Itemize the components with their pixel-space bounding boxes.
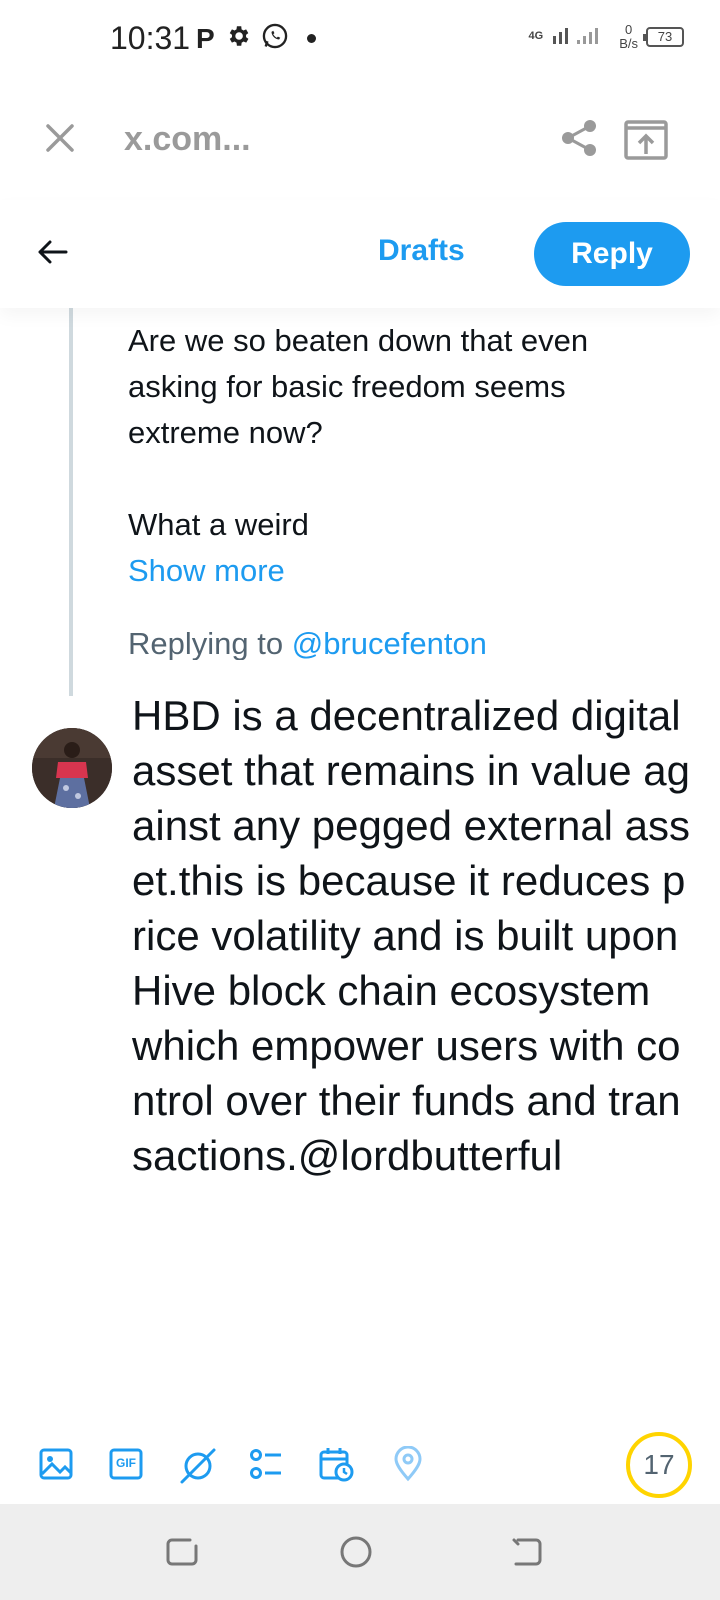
share-icon[interactable]	[560, 118, 600, 163]
more-notifications-dot	[306, 34, 316, 43]
recent-apps-icon[interactable]	[160, 1530, 204, 1574]
quoted-line: Are we so beaten down that even	[128, 323, 589, 358]
replying-handle-link[interactable]: @brucefenton	[292, 626, 487, 661]
reply-button[interactable]: Reply	[534, 222, 690, 286]
reply-compose-textarea[interactable]: HBD is a decentralized digital asset tha…	[132, 688, 692, 1183]
open-in-browser-icon[interactable]	[624, 118, 668, 165]
quoted-line: What a weird	[128, 507, 309, 542]
p-app-icon: P	[196, 22, 215, 54]
close-icon[interactable]	[40, 118, 80, 158]
whatsapp-icon	[261, 22, 289, 55]
quoted-line: asking for basic freedom seems	[128, 369, 566, 404]
back-arrow-icon[interactable]	[34, 234, 70, 275]
status-bar: 10:31 P 4G 0 B/s 73	[0, 0, 720, 80]
quoted-line: extreme now?	[128, 415, 323, 450]
settings-gear-icon	[225, 23, 251, 54]
back-nav-icon[interactable]	[504, 1530, 548, 1574]
poll-icon[interactable]	[248, 1446, 284, 1482]
url-text[interactable]: x.com...	[124, 120, 251, 159]
compose-header: Drafts Reply	[0, 200, 720, 308]
image-icon[interactable]	[38, 1446, 74, 1482]
quoted-tweet-text: Are we so beaten down that even asking f…	[128, 318, 688, 594]
thread-line	[69, 308, 73, 696]
speed-unit: B/s	[619, 35, 638, 51]
show-more-link[interactable]: Show more	[128, 548, 688, 594]
drafts-button[interactable]: Drafts	[378, 234, 465, 268]
avatar[interactable]	[32, 728, 112, 808]
network-type: 4G	[528, 30, 544, 42]
browser-toolbar: x.com...	[0, 100, 720, 180]
replying-prefix: Replying to	[128, 626, 292, 661]
replying-to: Replying to @brucefenton	[128, 626, 487, 662]
location-icon[interactable]	[390, 1445, 426, 1482]
status-time: 10:31	[110, 20, 191, 56]
battery-icon: 73	[643, 26, 684, 47]
status-notification-icons: P	[196, 22, 316, 55]
speed-value: 0	[624, 21, 633, 37]
schedule-icon[interactable]	[318, 1446, 354, 1482]
gif-icon[interactable]: GIF	[108, 1446, 144, 1482]
network-speed: 0 B/s	[619, 21, 638, 51]
status-system-icons: 4G 0 B/s 73	[529, 22, 684, 51]
gif-icon-label: GIF	[116, 1456, 136, 1470]
home-icon[interactable]	[334, 1530, 378, 1574]
compose-scroll-fade	[120, 660, 720, 692]
signal-icon	[551, 22, 611, 51]
compose-toolbar: GIF	[0, 1426, 720, 1506]
grok-icon[interactable]	[178, 1446, 216, 1484]
system-navigation-bar	[0, 1504, 720, 1600]
character-counter: 17	[626, 1432, 692, 1498]
